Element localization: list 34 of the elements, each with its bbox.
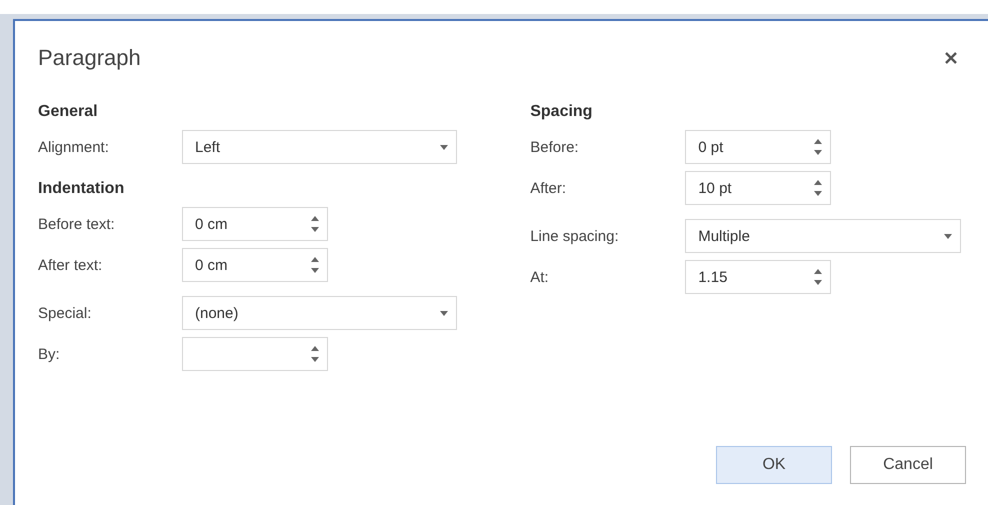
spinner-arrows-icon[interactable]	[311, 216, 319, 232]
spin-field[interactable]: 1.15	[685, 260, 832, 294]
spinner-arrows-icon[interactable]	[311, 257, 319, 273]
dropdown-field[interactable]: Left	[182, 130, 457, 164]
dropdown-field[interactable]: (none)	[182, 296, 457, 330]
field-label: Line spacing:	[530, 228, 620, 244]
spin-field[interactable]: 0 cm	[182, 207, 328, 241]
section-heading: General	[38, 102, 99, 122]
field-label: At:	[530, 268, 550, 286]
field-label: By:	[38, 346, 61, 362]
field-label: Special:	[38, 304, 92, 322]
section-heading: Spacing	[530, 102, 594, 122]
field-label: Before text:	[38, 216, 116, 232]
dialog-title: Paragraph	[38, 45, 141, 71]
spin-field[interactable]: 0 cm	[182, 248, 328, 282]
spinner-arrows-icon[interactable]	[814, 180, 822, 196]
spinner-arrows-icon[interactable]	[814, 139, 822, 155]
spin-field[interactable]	[182, 337, 328, 371]
field-label: Alignment:	[38, 138, 110, 156]
dropdown-caret-icon[interactable]	[440, 144, 448, 150]
dropdown-caret-icon[interactable]	[944, 234, 952, 238]
field-label: After:	[530, 180, 568, 196]
dropdown-field[interactable]: Multiple	[685, 219, 962, 253]
cancel-button[interactable]: Cancel	[850, 446, 966, 484]
field-label: After text:	[38, 256, 104, 274]
field-label: Before:	[530, 138, 580, 156]
ok-button[interactable]: OK	[716, 446, 832, 484]
spinner-arrows-icon[interactable]	[814, 269, 822, 285]
dropdown-caret-icon[interactable]	[440, 310, 448, 316]
spin-field[interactable]: 0 pt	[685, 130, 832, 164]
spinner-arrows-icon[interactable]	[311, 346, 319, 362]
spin-field[interactable]: 10 pt	[685, 171, 832, 205]
section-heading: Indentation	[38, 179, 126, 199]
close-icon[interactable]	[944, 51, 958, 65]
